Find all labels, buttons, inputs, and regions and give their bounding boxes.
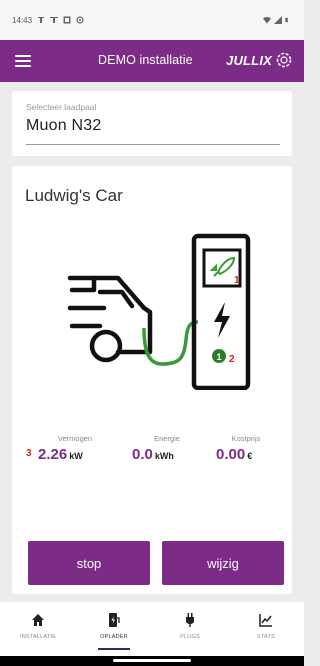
edit-button[interactable]: wijzig <box>162 541 284 585</box>
home-icon <box>32 614 44 626</box>
stat-energy-value: 0.0 <box>132 446 153 463</box>
car-icon <box>67 275 153 363</box>
charger-icon <box>109 613 120 627</box>
home-gesture-handle[interactable] <box>113 659 191 662</box>
stat-energy-label: Energie <box>154 434 180 443</box>
brand-name: JULLIX <box>226 52 272 68</box>
stat-cost-value-row: 0.00 € <box>216 446 276 464</box>
chart-icon <box>259 614 272 627</box>
stat-cost-value: 0.00 <box>216 446 246 463</box>
charging-stats: 3 Vermogen 2.26 kW Energie 0.0 kWh Kostpri… <box>26 434 278 470</box>
charging-card: Ludwig's Car 1 1 2 3 Vermogen 2.26 kW En… <box>12 166 292 594</box>
stat-cost: Kostprijs 0.00 € <box>216 434 276 464</box>
bottom-navigation: INSTALLATIE OPLADER PLUGS STATS <box>0 602 304 656</box>
wifi-icon <box>263 17 271 24</box>
stat-energy: Energie 0.0 kWh <box>132 434 202 464</box>
nav-label-stats: STATS <box>257 634 275 640</box>
nav-item-installatie[interactable]: INSTALLATIE <box>0 602 76 656</box>
status-time: 14:43 <box>12 15 33 25</box>
svg-text:1: 1 <box>217 352 222 362</box>
notification-icon <box>38 17 45 23</box>
nav-item-plugs[interactable]: PLUGS <box>152 602 228 656</box>
status-right <box>263 16 290 24</box>
status-left: 14:43 <box>12 16 84 25</box>
nav-label-plugs: PLUGS <box>180 634 200 640</box>
settings-notification-icon <box>76 16 84 24</box>
nav-item-oplader[interactable]: OPLADER <box>76 602 152 656</box>
stat-power-value: 2.26 <box>38 446 68 463</box>
installation-title: DEMO installatie <box>98 53 193 67</box>
nav-item-stats[interactable]: STATS <box>228 602 304 656</box>
stat-energy-value-row: 0.0 kWh <box>132 446 202 464</box>
nav-label-oplader: OPLADER <box>100 634 128 640</box>
charger-select[interactable]: Selecteer laadpaal Muon N32 <box>26 99 280 145</box>
charging-illustration: 1 1 2 <box>67 233 251 390</box>
stat-power-value-row: 2.26 kW <box>38 446 112 464</box>
stat-power: Vermogen 2.26 kW <box>38 434 112 464</box>
stat-energy-unit: kWh <box>154 451 174 461</box>
stop-button[interactable]: stop <box>28 541 150 585</box>
charger-selector-card: Selecteer laadpaal Muon N32 <box>12 91 292 156</box>
charger-select-value: Muon N32 <box>26 117 102 134</box>
marker-2: 2 <box>229 354 235 365</box>
stat-cost-label: Kostprijs <box>231 434 261 443</box>
stat-power-unit: kW <box>69 451 83 461</box>
rocket-icon <box>209 256 236 277</box>
gear-logo-icon <box>276 52 292 68</box>
charger-select-label: Selecteer laadpaal <box>26 102 97 112</box>
signal-icon <box>274 16 282 24</box>
charging-station-icon: 1 1 2 <box>191 233 251 390</box>
menu-button[interactable] <box>0 40 46 82</box>
nav-label-installatie: INSTALLATIE <box>20 634 56 640</box>
stat-power-label: Vermogen <box>57 434 93 443</box>
car-name: Ludwig's Car <box>25 186 123 205</box>
app-notification-icon <box>63 16 71 24</box>
hamburger-icon <box>15 55 31 67</box>
lightning-icon <box>214 302 230 338</box>
plug-icon <box>186 613 194 627</box>
brand-logo: JULLIX <box>226 51 294 69</box>
marker-1: 1 <box>234 275 240 286</box>
notification-icon <box>50 17 59 23</box>
marker-3: 3 <box>26 448 32 459</box>
battery-icon <box>285 17 288 23</box>
app-bar: DEMO installatie JULLIX <box>0 40 304 82</box>
stat-cost-unit: € <box>247 451 253 461</box>
status-bar: 14:43 <box>0 0 304 40</box>
